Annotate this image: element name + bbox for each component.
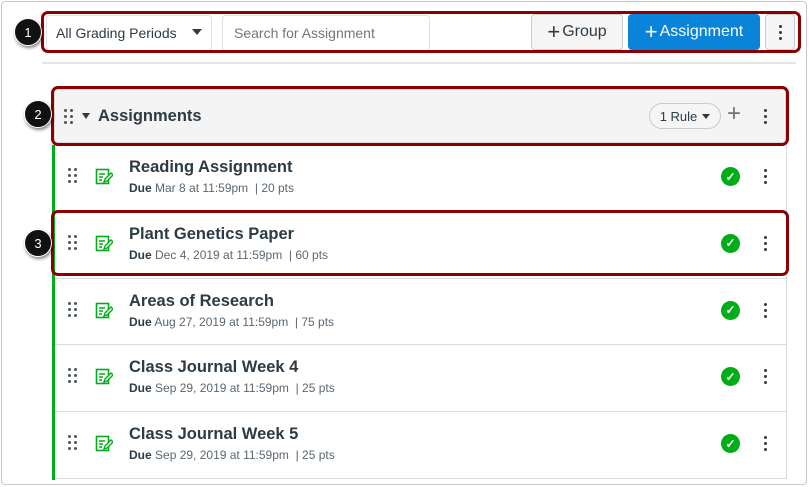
points: 25 pts [302, 381, 335, 396]
published-check-icon[interactable]: ✓ [721, 300, 740, 320]
points: 25 pts [302, 448, 335, 463]
callout-box-3 [51, 210, 789, 276]
assignment-title-link[interactable]: Class Journal Week 5 [129, 425, 298, 444]
due-date: Mar 8 at 11:59pm [155, 181, 249, 195]
assignment-row[interactable]: Class Journal Week 4 Due Sep 29, 2019 at… [55, 345, 787, 413]
published-check-icon[interactable]: ✓ [721, 367, 740, 387]
assignment-icon [95, 369, 113, 385]
assignment-row[interactable]: Reading Assignment Due Mar 8 at 11:59pm … [55, 145, 787, 212]
assignment-title-link[interactable]: Class Journal Week 4 [129, 358, 298, 377]
assignment-row[interactable]: Areas of Research Due Aug 27, 2019 at 11… [55, 278, 787, 346]
assignment-title-link[interactable]: Areas of Research [129, 292, 274, 311]
divider [42, 62, 796, 64]
callout-3: 3 [24, 229, 52, 257]
assignment-meta: Due Sep 29, 2019 at 11:59pm | 25 pts [129, 448, 335, 463]
assignment-icon [95, 168, 113, 185]
assignment-meta: Due Sep 29, 2019 at 11:59pm | 25 pts [129, 381, 335, 396]
drag-handle-icon[interactable] [68, 435, 77, 451]
due-date: Sep 29, 2019 at 11:59pm [155, 381, 289, 396]
drag-handle-icon[interactable] [68, 368, 77, 384]
points: 20 pts [261, 181, 295, 195]
callout-box-2 [51, 86, 789, 146]
callout-2: 2 [24, 100, 52, 128]
published-check-icon[interactable]: ✓ [721, 167, 740, 186]
due-date: Sep 29, 2019 at 11:59pm [155, 448, 289, 463]
drag-handle-icon[interactable] [68, 301, 77, 317]
assignment-kebab-icon[interactable] [764, 436, 767, 452]
due-date: Aug 27, 2019 at 11:59pm [154, 314, 289, 329]
due-label: Due [129, 314, 152, 329]
callout-1: 1 [14, 18, 42, 46]
assignment-title-link[interactable]: Reading Assignment [129, 158, 293, 177]
assignment-kebab-icon[interactable] [764, 302, 767, 318]
assignment-meta: Due Aug 27, 2019 at 11:59pm | 75 pts [129, 314, 335, 329]
due-label: Due [129, 381, 152, 396]
due-label: Due [129, 181, 152, 195]
assignment-icon [95, 302, 113, 318]
assignment-kebab-icon[interactable] [764, 369, 767, 385]
assignment-row[interactable]: Class Journal Week 5 Due Sep 29, 2019 at… [55, 412, 787, 479]
callout-box-1 [41, 11, 801, 53]
drag-handle-icon[interactable] [68, 168, 77, 183]
assignment-icon [95, 435, 113, 452]
assignment-kebab-icon[interactable] [764, 169, 767, 184]
assignment-list: Reading Assignment Due Mar 8 at 11:59pm … [52, 145, 787, 479]
due-label: Due [129, 448, 152, 463]
published-check-icon[interactable]: ✓ [721, 434, 740, 454]
assignment-meta: Due Mar 8 at 11:59pm | 20 pts [129, 181, 295, 195]
points: 75 pts [301, 314, 335, 329]
